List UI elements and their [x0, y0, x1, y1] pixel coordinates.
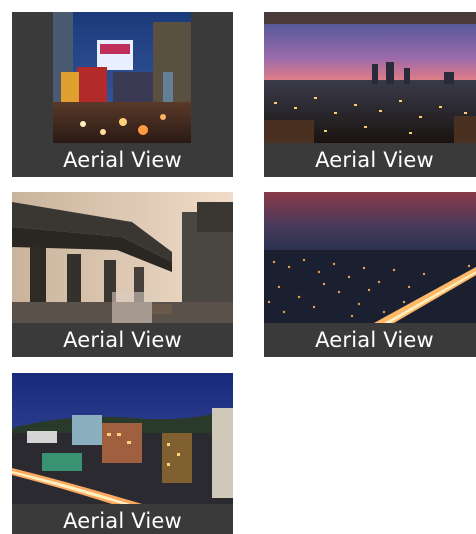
gallery-item-caption[interactable]: Aerial View — [264, 143, 476, 177]
night-city-lights-aerial-photo[interactable] — [264, 192, 476, 323]
gallery-item-1[interactable]: Aerial View — [12, 12, 233, 177]
gallery-item-2[interactable]: Aerial View — [264, 12, 476, 177]
gallery-item-caption[interactable]: Aerial View — [12, 323, 233, 357]
gallery-item-caption[interactable]: Aerial View — [264, 323, 476, 357]
gallery-item-5[interactable]: Aerial View — [12, 373, 233, 534]
evening-city-traffic-trails-photo[interactable] — [12, 373, 233, 504]
gallery-item-caption[interactable]: Aerial View — [12, 143, 233, 177]
image-gallery: Aerial View Aerial View Aerial View Aeri… — [0, 0, 476, 534]
gallery-item-caption[interactable]: Aerial View — [12, 504, 233, 534]
dusk-city-skyline-photo[interactable] — [264, 12, 476, 143]
night-street-billboards-photo[interactable] — [53, 12, 191, 143]
gallery-item-4[interactable]: Aerial View — [264, 192, 476, 357]
elevated-metro-bridge-photo[interactable] — [12, 192, 233, 323]
gallery-item-3[interactable]: Aerial View — [12, 192, 233, 357]
